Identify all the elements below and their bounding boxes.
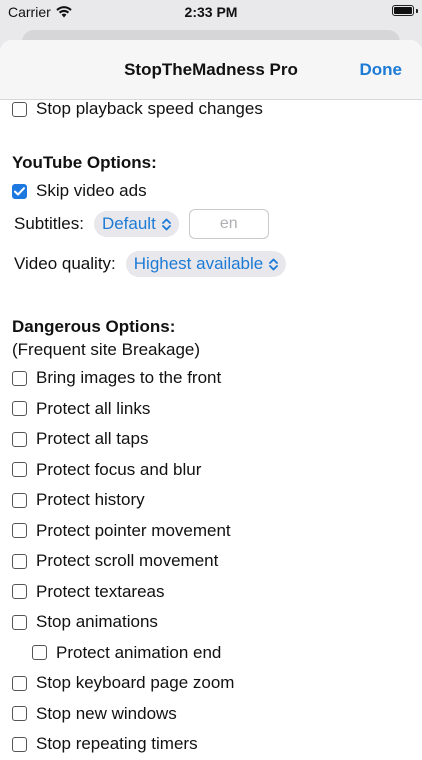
checkmark-icon (14, 186, 25, 195)
dangerous-section-header: Dangerous Options: (12, 317, 176, 336)
video-quality-row: Video quality: Highest available (14, 251, 287, 277)
option-label: Stop playback speed changes (36, 99, 263, 118)
checkbox[interactable] (12, 614, 27, 630)
settings-sheet: StopTheMadness Pro Done Stop playback sp… (0, 40, 422, 760)
option-label: Stop keyboard page zoom (36, 673, 235, 692)
checkbox[interactable] (12, 736, 27, 752)
dangerous-option[interactable]: Stop keyboard page zoom (12, 673, 234, 693)
dangerous-option[interactable]: Protect animation end (32, 643, 221, 663)
checkbox[interactable] (12, 401, 27, 416)
subtitles-label: Subtitles: (14, 214, 84, 233)
option-label: Protect scroll movement (36, 551, 219, 570)
subtitles-row: Subtitles: Default en (14, 209, 269, 239)
dangerous-option[interactable]: Stop new windows (12, 704, 177, 724)
battery-icon (392, 5, 414, 16)
option-label: Protect all links (36, 398, 151, 418)
checkbox[interactable] (32, 645, 47, 660)
status-bar: Carrier 2:33 PM (0, 0, 422, 24)
subtitles-language-input[interactable]: en (188, 209, 269, 239)
dangerous-option[interactable]: Protect all taps (12, 429, 148, 449)
checkbox[interactable] (12, 523, 27, 538)
checkbox[interactable] (12, 492, 27, 508)
option-stop-playback-speed[interactable]: Stop playback speed changes (12, 99, 263, 119)
checkbox[interactable] (12, 101, 27, 117)
youtube-section-header: YouTube Options: (12, 153, 157, 172)
subtitles-select[interactable]: Default (93, 211, 179, 237)
checkbox[interactable] (12, 675, 27, 691)
option-label: Protect animation end (56, 642, 222, 662)
dangerous-option[interactable]: Bring images to the front (12, 368, 221, 388)
status-time: 2:33 PM (184, 4, 238, 20)
nav-bar: StopTheMadness Pro Done (0, 40, 422, 100)
checkbox-checked[interactable] (12, 183, 27, 199)
option-label: Stop repeating timers (36, 734, 198, 753)
option-label: Protect focus and blur (36, 459, 202, 479)
checkbox[interactable] (12, 706, 27, 721)
checkbox[interactable] (12, 431, 27, 447)
video-quality-select[interactable]: Highest available (125, 251, 287, 277)
chevron-updown-icon (161, 218, 171, 230)
done-button[interactable]: Done (360, 60, 403, 80)
dangerous-option[interactable]: Stop animations (12, 612, 158, 632)
subtitles-value: Default (101, 214, 156, 233)
video-quality-label: Video quality: (14, 254, 116, 273)
option-label: Stop animations (36, 612, 158, 631)
dangerous-option[interactable]: Protect textareas (12, 582, 165, 602)
option-label: Protect history (36, 490, 145, 509)
video-quality-value: Highest available (133, 254, 264, 273)
option-label: Protect all taps (36, 429, 149, 448)
dangerous-section-note: (Frequent site Breakage) (12, 340, 201, 359)
dangerous-option[interactable]: Protect pointer movement (12, 521, 231, 541)
checkbox[interactable] (12, 370, 27, 386)
chevron-updown-icon (269, 258, 279, 270)
checkbox[interactable] (12, 584, 27, 599)
checkbox[interactable] (12, 553, 27, 569)
option-label: Skip video ads (36, 181, 147, 200)
dangerous-option[interactable]: Protect focus and blur (12, 460, 201, 480)
option-label: Bring images to the front (36, 368, 222, 387)
dangerous-option[interactable]: Protect history (12, 490, 145, 510)
option-label: Protect pointer movement (36, 520, 231, 540)
dangerous-option[interactable]: Protect scroll movement (12, 551, 218, 571)
option-skip-video-ads[interactable]: Skip video ads (12, 181, 147, 201)
option-label: Stop new windows (36, 703, 177, 723)
dangerous-option[interactable]: Protect all links (12, 399, 150, 419)
checkbox[interactable] (12, 462, 27, 477)
option-label: Protect textareas (36, 581, 165, 601)
dangerous-option[interactable]: Stop repeating timers (12, 734, 198, 754)
